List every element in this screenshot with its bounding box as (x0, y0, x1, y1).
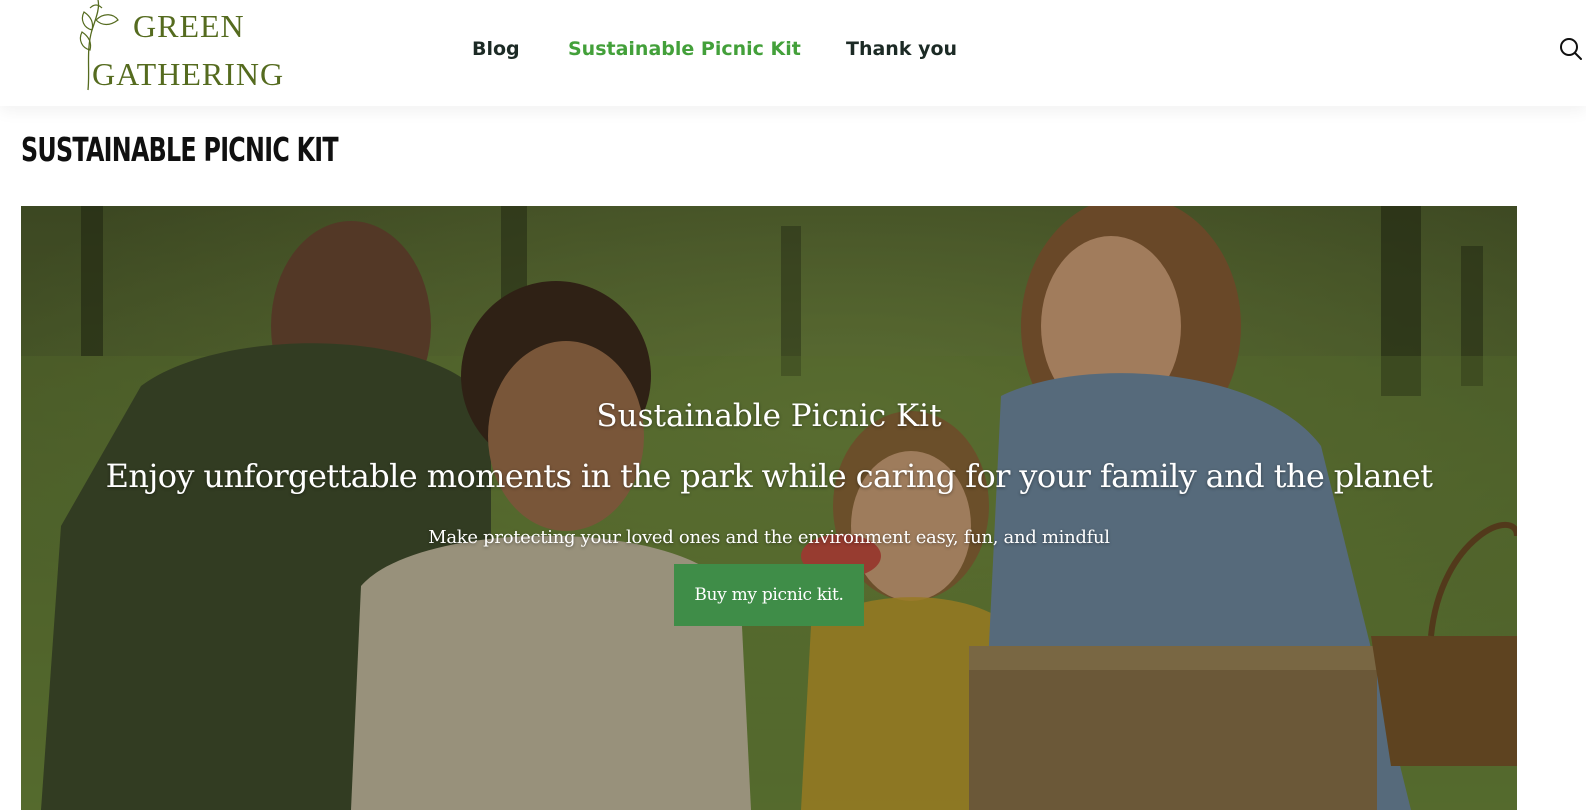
hero-banner: Sustainable Picnic Kit Enjoy unforgettab… (21, 206, 1517, 810)
logo-text-line2: GATHERING (92, 56, 285, 92)
logo-text-line1: GREEN (133, 8, 245, 44)
nav-item-sustainable-picnic-kit[interactable]: Sustainable Picnic Kit (568, 34, 801, 64)
nav-item-blog[interactable]: Blog (472, 34, 520, 64)
site-header: GREEN GATHERING Blog Sustainable Picnic … (0, 0, 1586, 106)
hero-title: Sustainable Picnic Kit (596, 398, 942, 434)
hero-headline: Enjoy unforgettable moments in the park … (105, 457, 1433, 495)
nav-item-thank-you[interactable]: Thank you (846, 34, 957, 64)
search-icon (1560, 38, 1582, 60)
search-button[interactable] (1558, 36, 1584, 62)
hero-content: Sustainable Picnic Kit Enjoy unforgettab… (21, 396, 1517, 626)
buy-picnic-kit-button[interactable]: Buy my picnic kit. (674, 564, 864, 626)
page-title: SUSTAINABLE PICNIC KIT (21, 130, 339, 170)
hero-subtitle: Make protecting your loved ones and the … (428, 527, 1110, 548)
site-logo[interactable]: GREEN GATHERING (78, 0, 318, 100)
